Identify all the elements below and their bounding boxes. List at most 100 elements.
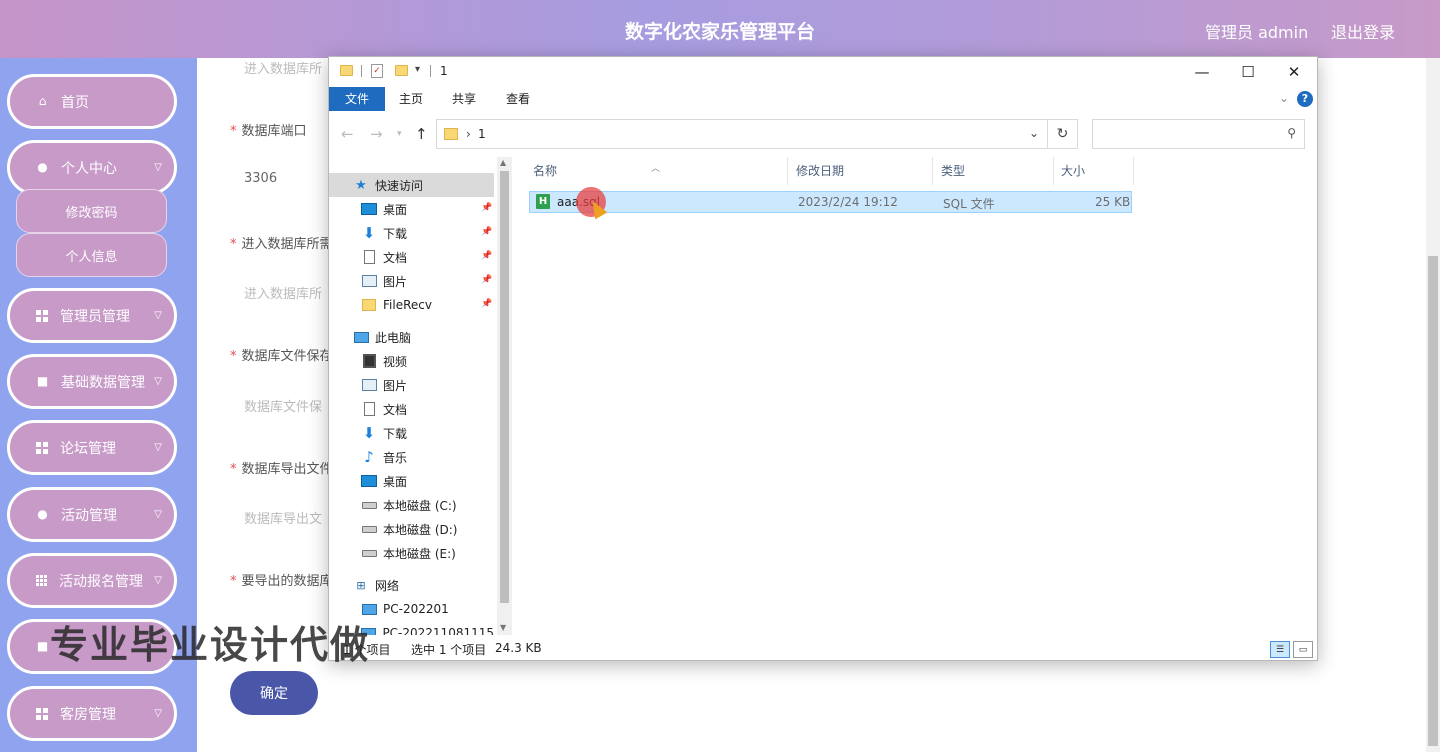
page-scrollbar[interactable]: [1426, 58, 1440, 752]
desktop-icon: [361, 202, 377, 216]
briefcase-icon: ■: [36, 639, 49, 653]
maximize-button[interactable]: ☐: [1225, 57, 1271, 87]
logout-link[interactable]: 退出登录: [1331, 19, 1395, 43]
music-icon: ♪: [364, 448, 374, 466]
properties-icon[interactable]: ✓: [371, 64, 383, 78]
sidebar-item-music[interactable]: ♪ 音乐: [329, 445, 494, 469]
refresh-button[interactable]: ↻: [1048, 119, 1078, 149]
folder-icon: [340, 65, 353, 76]
sidebar-item-documents[interactable]: 文档 📌: [329, 245, 494, 269]
download-icon: ⬇: [362, 424, 376, 442]
navigation-pane-scrollbar[interactable]: ▲ ▼: [497, 157, 512, 635]
scroll-up-icon[interactable]: ▲: [500, 158, 506, 167]
sidebar-item-drive-e[interactable]: 本地磁盘 (E:): [329, 541, 494, 565]
form-label-db-save-path: * 数据库文件保存: [230, 349, 333, 364]
sidebar-item-pictures-pc[interactable]: 图片: [329, 373, 494, 397]
sidebar-item-admin-management[interactable]: 管理员管理 ▽: [7, 288, 177, 343]
sidebar-item-downloads-pc[interactable]: ⬇ 下载: [329, 421, 494, 445]
sidebar-item-activity[interactable]: ● 活动管理 ▽: [7, 487, 177, 542]
sidebar-subitem-label: 个人信息: [65, 249, 118, 265]
customize-quick-access-icon[interactable]: ▾: [415, 64, 420, 75]
picture-icon: [361, 274, 377, 288]
sidebar-item-desktop[interactable]: 桌面 📌: [329, 197, 494, 221]
breadcrumb[interactable]: 1: [478, 127, 486, 141]
file-list: 名称 ︿ 修改日期 类型 大小 H aaa.sql 2023/2/24 19:1…: [526, 157, 1316, 635]
sidebar-item-drive-d[interactable]: 本地磁盘 (D:): [329, 517, 494, 541]
form-label-db-export-file: * 数据库导出文件: [230, 462, 333, 477]
recent-locations-icon[interactable]: ▾: [397, 129, 402, 139]
sidebar-item-basic-data[interactable]: ■ 基础数据管理 ▽: [7, 354, 177, 409]
drive-icon: [361, 498, 377, 512]
sidebar-item-personal-center[interactable]: ● 个人中心 ▽: [7, 140, 177, 195]
forward-arrow-icon[interactable]: →: [370, 125, 383, 143]
navigation-bar: ← → ▾ ↑ › 1 ⌄ ↻ ⚲: [329, 119, 1317, 151]
sidebar-item-documents-pc[interactable]: 文档: [329, 397, 494, 421]
new-folder-icon[interactable]: [395, 65, 408, 76]
search-input[interactable]: ⚲: [1092, 119, 1305, 149]
dialog-title: 1: [440, 64, 448, 78]
sidebar-item-downloads[interactable]: ⬇ 下载 📌: [329, 221, 494, 245]
db-port-input[interactable]: 3306: [244, 171, 277, 186]
sidebar-item-label: 活动管理: [61, 507, 117, 524]
tab-view[interactable]: 查看: [506, 87, 530, 111]
sidebar-item-forum[interactable]: 论坛管理 ▽: [7, 420, 177, 475]
sort-ascending-icon: ︿: [651, 164, 661, 174]
sidebar-item-drive-c[interactable]: 本地磁盘 (C:): [329, 493, 494, 517]
tab-home[interactable]: 主页: [399, 87, 423, 111]
sidebar-item-desktop-pc[interactable]: 桌面: [329, 469, 494, 493]
sidebar-item-activity-signup[interactable]: 活动报名管理 ▽: [7, 553, 177, 608]
star-icon: ★: [355, 177, 367, 193]
sidebar-item-filerecv[interactable]: FileRecv 📌: [329, 293, 494, 317]
selected-count: 选中 1 个项目: [411, 643, 487, 657]
status-bar: 1 个项目 选中 1 个项目 24.3 KB ☰ ▭: [329, 639, 1317, 659]
page-scrollbar-thumb[interactable]: [1428, 256, 1438, 746]
file-size: 25 KB: [1095, 195, 1131, 209]
back-arrow-icon[interactable]: ←: [341, 125, 354, 143]
navigation-pane: ★ 快速访问 桌面 📌 ⬇ 下载 📌 文档 📌 图片 📌 FileRecv 📌 此电脑: [329, 157, 512, 635]
sidebar-item-label: 论坛管理: [60, 440, 116, 457]
address-bar[interactable]: › 1 ⌄: [436, 119, 1048, 149]
close-button[interactable]: ✕: [1271, 57, 1317, 87]
home-icon: ⌂: [38, 94, 47, 108]
document-icon: [361, 250, 377, 264]
file-open-dialog: ✓ ▾ 1 — ☐ ✕ 文件 主页 共享 查看 ⌄ ? ← → ▾ ↑ › 1 …: [328, 56, 1318, 661]
column-header-type[interactable]: 类型: [934, 157, 1054, 185]
sidebar-item-rooms[interactable]: 客房管理 ▽: [7, 686, 177, 741]
grid9-icon: [36, 575, 47, 586]
details-view-icon[interactable]: ☰: [1270, 641, 1290, 658]
help-icon[interactable]: ?: [1297, 91, 1313, 107]
column-header-size[interactable]: 大小: [1054, 157, 1134, 185]
minimize-button[interactable]: —: [1179, 57, 1225, 87]
sidebar-subitem-change-password[interactable]: 修改密码: [16, 189, 167, 233]
form-label-db-password: * 进入数据库所需: [230, 237, 333, 252]
drive-icon: [361, 522, 377, 536]
db-save-path-input[interactable]: 数据库文件保: [244, 396, 322, 415]
sidebar-subitem-personal-info[interactable]: 个人信息: [16, 233, 167, 277]
pin-icon: 📌: [481, 275, 493, 285]
chevron-down-icon[interactable]: ⌄: [1029, 126, 1039, 140]
sidebar-item-pictures[interactable]: 图片 📌: [329, 269, 494, 293]
confirm-button[interactable]: 确定: [230, 671, 318, 715]
scrollbar-thumb[interactable]: [500, 171, 509, 603]
sidebar-item-label: 客房管理: [60, 706, 116, 723]
scroll-down-icon[interactable]: ▼: [500, 623, 506, 632]
sidebar-item-home[interactable]: ⌂ 首页: [7, 74, 177, 129]
sidebar-item-this-pc[interactable]: 此电脑: [329, 325, 494, 349]
column-header-name[interactable]: 名称 ︿: [526, 157, 788, 185]
chevron-down-icon: ▽: [154, 708, 162, 719]
tab-file[interactable]: 文件: [329, 87, 385, 111]
sidebar-item-videos[interactable]: 视频: [329, 349, 494, 373]
db-password-input[interactable]: 进入数据库所: [244, 283, 322, 302]
form-label-db-port: * 数据库端口: [230, 124, 307, 139]
large-icons-view-icon[interactable]: ▭: [1293, 641, 1313, 658]
up-arrow-icon[interactable]: ↑: [415, 125, 428, 143]
column-header-modified[interactable]: 修改日期: [789, 157, 933, 185]
sidebar-item-quick-access[interactable]: ★ 快速访问: [329, 173, 494, 197]
chevron-down-icon[interactable]: ⌄: [1279, 91, 1289, 105]
tab-share[interactable]: 共享: [452, 87, 476, 111]
pin-icon: 📌: [481, 251, 493, 261]
table-row[interactable]: H aaa.sql 2023/2/24 19:12 SQL 文件 25 KB: [529, 191, 1132, 213]
db-export-file-input[interactable]: 数据库导出文: [244, 508, 322, 527]
form-top-placeholder: 进入数据库所: [244, 62, 323, 77]
sidebar-item-network[interactable]: ⊞ 网络: [329, 573, 494, 597]
